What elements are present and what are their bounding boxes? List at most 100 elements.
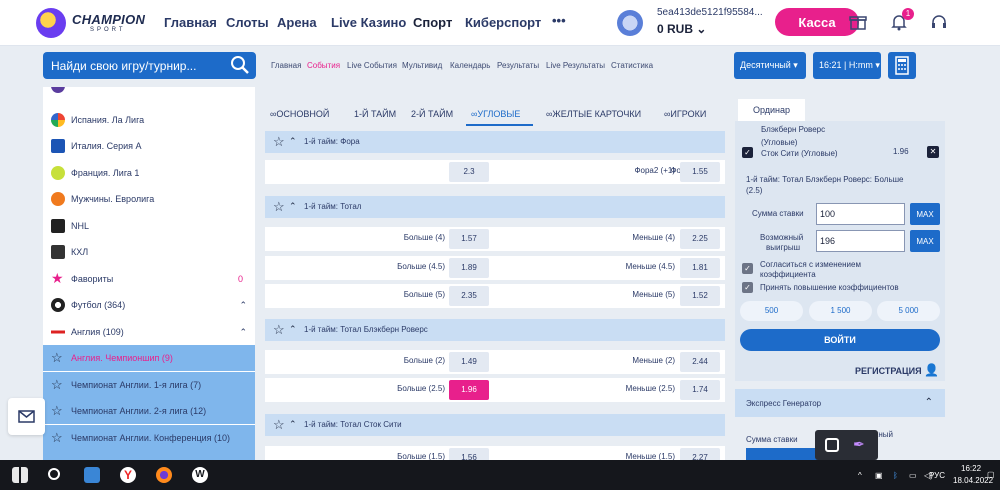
sidebar-item-partial[interactable] [43,87,255,99]
sidebar-item-football[interactable]: Футбол (364) ⌃ [43,292,255,318]
star-outline-icon[interactable]: ☆ [273,199,285,215]
search-icon[interactable] [230,55,250,75]
nav-slots[interactable]: Слоты [226,15,269,30]
chevron-up-icon[interactable]: ⌃ [239,300,247,311]
app-w-icon[interactable]: W [192,467,208,483]
clock-time[interactable]: 16:22 [961,464,981,473]
star-outline-icon[interactable]: ☆ [51,403,63,419]
nav-more-icon[interactable]: ••• [552,13,566,28]
odd-button[interactable]: 1.57 [449,229,489,249]
market-header[interactable]: ☆ ⌃ 1-й тайм: Фора [265,131,725,153]
brand-name[interactable]: CHAMPION [72,12,145,27]
max-button[interactable]: MAX [910,230,940,252]
sidebar-item-khl[interactable]: КХЛ [43,239,255,265]
champion-logo-icon[interactable] [36,8,66,38]
tray-arrow-icon[interactable]: ^ [858,471,862,480]
odd-button[interactable]: 2.44 [680,352,720,372]
max-button[interactable]: MAX [910,203,940,225]
headset-icon[interactable] [929,13,949,33]
quick-stake-5000[interactable]: 5 000 [877,301,940,321]
sidebar-item-favorites[interactable]: ★ Фавориты 0 [43,266,255,292]
search-icon[interactable] [48,468,60,480]
star-outline-icon[interactable]: ☆ [273,417,285,433]
checkbox-checked[interactable]: ✓ [742,282,753,293]
firefox-icon[interactable] [156,467,172,483]
kassa-button[interactable]: Касса [775,8,859,36]
odd-button[interactable]: 2.25 [680,229,720,249]
odd-button[interactable]: 1.49 [449,352,489,372]
sidebar-subitem-league2[interactable]: ☆ Чемпионат Англии. 2-я лига (12) [43,398,255,424]
chevron-up-icon[interactable]: ⌃ [289,136,297,147]
close-icon[interactable]: ✕ [927,146,939,158]
win-input[interactable] [816,230,905,252]
subnav-live-results[interactable]: Live Результаты [546,61,605,70]
checkbox-checked[interactable]: ✓ [742,263,753,274]
odd-button[interactable]: 1.81 [680,258,720,278]
chevron-up-icon[interactable]: ⌃ [289,419,297,430]
tab-yellow-cards[interactable]: ∞ЖЕЛТЫЕ КАРТОЧКИ [546,109,641,119]
app-icon[interactable] [825,438,839,452]
user-avatar[interactable] [617,10,643,36]
windows-start-icon[interactable] [12,467,28,483]
tab-second-half[interactable]: 2-Й ТАЙМ [411,109,453,119]
sidebar-item-euroleague[interactable]: Мужчины. Евролига [43,186,255,212]
tab-main[interactable]: ∞ОСНОВНОЙ [270,109,329,119]
odd-button[interactable]: 1.55 [680,162,720,182]
chevron-up-icon[interactable]: ⌃ [239,327,247,338]
odds-format-select[interactable]: Десятичный ▾ [734,52,806,79]
star-outline-icon[interactable]: ☆ [273,322,285,338]
sidebar-item-seriea[interactable]: Италия. Серия А [43,133,255,159]
language-label[interactable]: РУС [929,471,945,480]
market-header[interactable]: ☆ ⌃ 1-й тайм: Тотал [265,196,725,218]
subnav-live-events[interactable]: Live События [347,61,397,70]
sidebar-item-nhl[interactable]: NHL [43,213,255,239]
feather-icon[interactable]: ✒ [853,436,865,453]
nav-esports[interactable]: Киберспорт [465,15,541,30]
market-header[interactable]: ☆ ⌃ 1-й тайм: Тотал Блэкберн Роверс [265,319,725,341]
subnav-events[interactable]: События [307,61,340,70]
notifications-icon[interactable]: ▢ [987,470,995,479]
sidebar-subitem-championship[interactable]: ☆ Англия. Чемпионшип (9) [43,345,255,371]
calculator-icon[interactable] [84,467,100,483]
quick-stake-500[interactable]: 500 [740,301,803,321]
odd-button[interactable]: 2.35 [449,286,489,306]
nav-main[interactable]: Главная [164,15,217,30]
odd-button-selected[interactable]: 1.96 [449,380,489,400]
stake-input[interactable] [816,203,905,225]
tab-players[interactable]: ∞ИГРОКИ [664,109,706,119]
sidebar-item-england[interactable]: Англия (109) ⌃ [43,319,255,345]
subnav-calendar[interactable]: Календарь [450,61,490,70]
odd-button[interactable]: 2.3 [449,162,489,182]
chevron-up-icon[interactable]: ⌃ [925,397,933,408]
mail-icon[interactable] [8,398,45,435]
calculator-icon[interactable] [888,52,916,79]
chevron-up-icon[interactable]: ⌃ [289,324,297,335]
star-outline-icon[interactable]: ☆ [51,430,63,446]
odd-button[interactable]: 1.89 [449,258,489,278]
login-button[interactable]: ВОЙТИ [740,329,940,351]
gift-icon[interactable] [848,13,868,33]
checkbox-checked[interactable]: ✓ [742,147,753,158]
subnav-results[interactable]: Результаты [497,61,539,70]
market-header[interactable]: ☆ ⌃ 1-й тайм: Тотал Сток Сити [265,414,725,436]
nav-live-casino[interactable]: Live Казино [331,15,406,30]
balance[interactable]: 0 RUB ⌄ [657,22,706,36]
express-generator-header[interactable]: Экспресс Генератор ⌃ [735,389,945,417]
subnav-multiview[interactable]: Мультивид [402,61,442,70]
nav-sport[interactable]: Спорт [413,15,452,30]
odd-button[interactable]: 1.74 [680,380,720,400]
time-format-select[interactable]: 16:21 | H:mm ▾ [813,52,881,79]
star-outline-icon[interactable]: ☆ [51,350,63,366]
sidebar-subitem-league1[interactable]: ☆ Чемпионат Англии. 1-я лига (7) [43,372,255,398]
tray-app-icon[interactable]: ▣ [875,471,883,480]
network-icon[interactable]: ▭ [909,471,917,480]
tab-corners[interactable]: ∞УГЛОВЫЕ [471,109,520,119]
overlay-toolbar[interactable]: ✒ [815,430,878,460]
star-outline-icon[interactable]: ☆ [273,134,285,150]
yandex-browser-icon[interactable]: Y [120,467,136,483]
star-outline-icon[interactable]: ☆ [51,377,63,393]
nav-arena[interactable]: Арена [277,15,317,30]
sidebar-item-ligue1[interactable]: Франция. Лига 1 [43,160,255,186]
quick-stake-1500[interactable]: 1 500 [809,301,872,321]
subnav-statistics[interactable]: Статистика [611,61,653,70]
